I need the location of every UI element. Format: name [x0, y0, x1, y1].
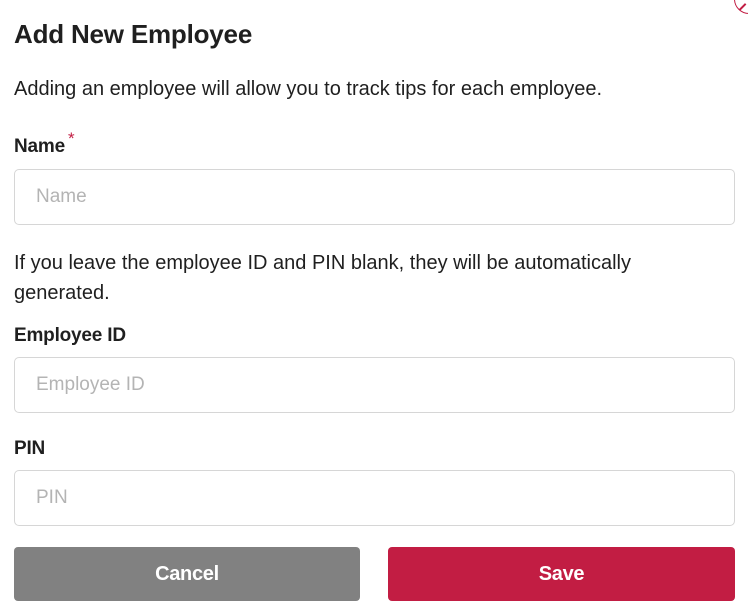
dialog-intro: Adding an employee will allow you to tra…	[14, 78, 603, 100]
auto-generate-note: If you leave the employee ID and PIN bla…	[14, 252, 631, 304]
name-label: Name *	[14, 129, 75, 159]
close-icon[interactable]	[734, 0, 748, 14]
add-employee-dialog: Add New Employee Adding an employee will…	[0, 0, 748, 607]
dialog-title: Add New Employee	[14, 19, 253, 49]
pin-label: PIN	[14, 438, 46, 459]
required-marker: *	[67, 129, 75, 148]
employee-id-label: Employee ID	[14, 325, 126, 346]
name-label-text: Name	[14, 136, 65, 157]
employee-id-input[interactable]	[14, 357, 735, 413]
cancel-button[interactable]: Cancel	[14, 547, 360, 601]
name-input[interactable]	[14, 169, 735, 225]
save-button[interactable]: Save	[388, 547, 735, 601]
pin-input[interactable]	[14, 470, 735, 526]
